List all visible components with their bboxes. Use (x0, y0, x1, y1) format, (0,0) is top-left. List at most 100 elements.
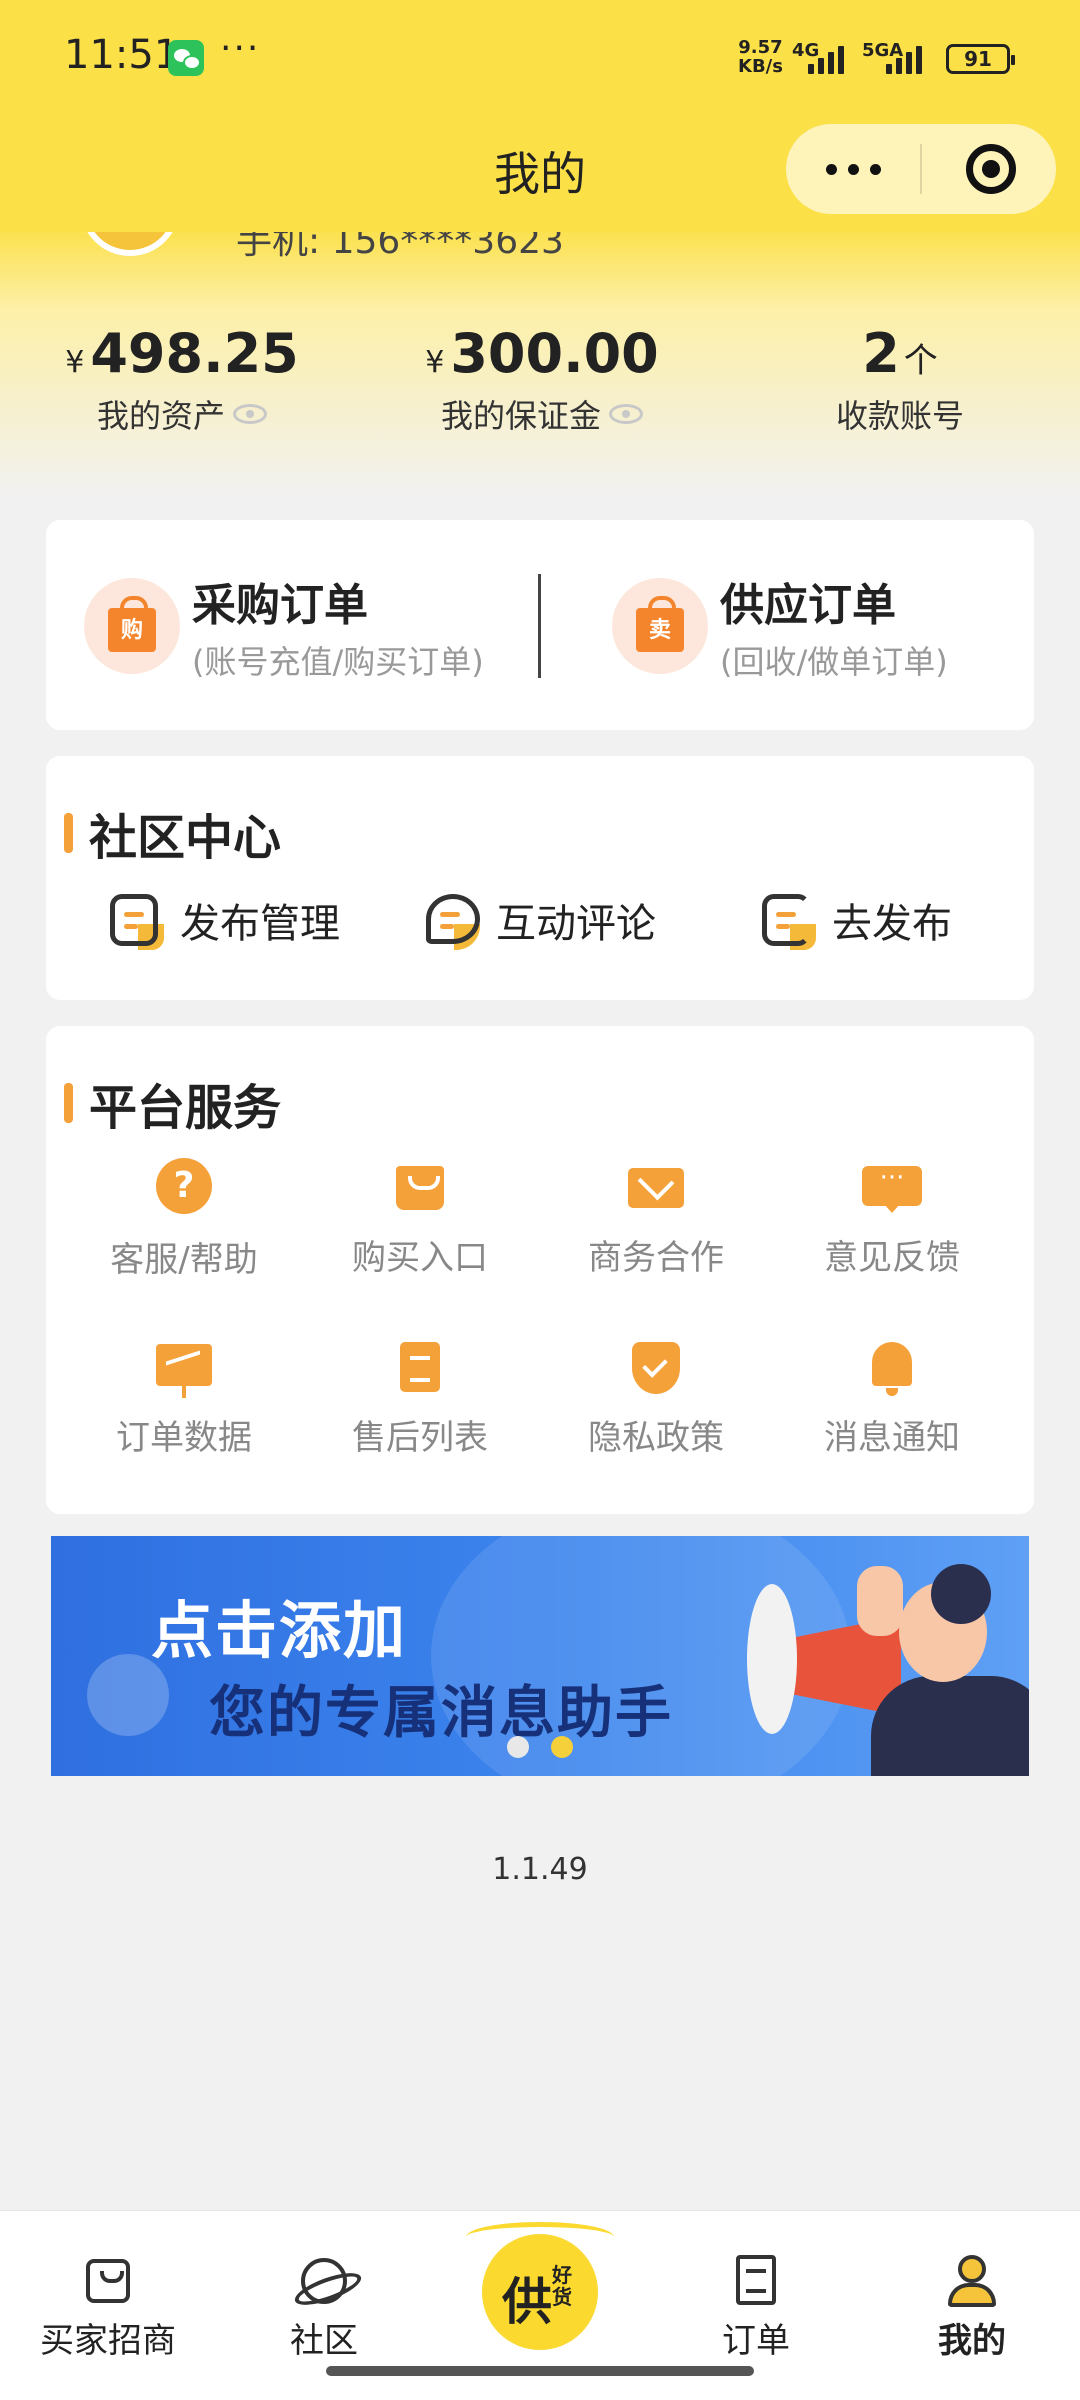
planet-icon (298, 2255, 350, 2307)
edit-icon (760, 890, 816, 950)
service-buy-entry[interactable]: 购买入口 (302, 1156, 538, 1279)
service-label: 隐私政策 (588, 1418, 724, 1458)
stat-currency: ¥ (425, 345, 445, 380)
center-button-main-char: 供 (502, 2273, 552, 2331)
stat-value: 2 (862, 322, 900, 385)
document-icon (390, 1336, 450, 1396)
target-icon[interactable] (966, 144, 1016, 194)
network-speed: 9.57 KB/s (738, 38, 783, 76)
banner-dot-active[interactable] (551, 1736, 573, 1758)
community-item-label: 发布管理 (180, 901, 340, 947)
service-label: 客服/帮助 (110, 1240, 258, 1280)
purchase-order-entry[interactable]: 购 采购订单 (账号充值/购买订单) (84, 576, 484, 681)
service-business[interactable]: 商务合作 (538, 1156, 774, 1279)
service-label: 订单数据 (116, 1418, 252, 1458)
section-accent-bar (64, 1083, 73, 1123)
eye-icon[interactable] (609, 404, 643, 424)
order-divider (538, 574, 541, 678)
help-icon: ? (154, 1158, 214, 1218)
service-notifications[interactable]: 消息通知 (774, 1336, 1010, 1459)
stat-label: 我的保证金 (440, 397, 601, 435)
community-item-label: 去发布 (832, 901, 952, 947)
stat-value: 498.25 (90, 322, 299, 385)
tab-label: 社区 (290, 2321, 358, 2361)
capsule-divider (920, 144, 922, 194)
tab-label: 买家招商 (40, 2321, 176, 2361)
supply-order-entry[interactable]: 卖 供应订单 (回收/做单订单) (612, 576, 948, 681)
battery-icon: 91 (946, 44, 1015, 74)
order-doc-icon (730, 2255, 782, 2307)
center-button-sub-text: 好货 (552, 2263, 572, 2309)
supply-order-title: 供应订单 (720, 580, 896, 631)
service-after-sales[interactable]: 售后列表 (302, 1336, 538, 1459)
banner-pagination (507, 1736, 595, 1762)
tab-community[interactable]: 社区 (224, 2255, 424, 2362)
community-title: 社区中心 (89, 810, 282, 866)
home-indicator[interactable] (326, 2366, 754, 2376)
tab-label: 我的 (938, 2321, 1006, 2361)
stat-assets[interactable]: ¥498.25 我的资产 (2, 322, 362, 437)
user-icon (946, 2255, 998, 2307)
more-dots-icon[interactable] (786, 124, 920, 214)
stat-deposit[interactable]: ¥300.00 我的保证金 (362, 322, 722, 437)
bell-icon (862, 1336, 922, 1396)
stat-label: 收款账号 (835, 397, 964, 435)
service-label: 购买入口 (352, 1238, 488, 1278)
supply-bag-glyph: 卖 (636, 596, 684, 652)
service-privacy[interactable]: 隐私政策 (538, 1336, 774, 1459)
wechat-notification-icon (168, 40, 204, 76)
purchase-bag-glyph: 购 (108, 596, 156, 652)
orders-card: 购 采购订单 (账号充值/购买订单) 卖 供应订单 (回收/做单订单) (46, 520, 1034, 730)
community-item-publish-manage[interactable]: 发布管理 (108, 890, 340, 950)
chart-board-icon (154, 1336, 214, 1398)
supply-bag-icon: 卖 (612, 578, 708, 674)
community-item-comments[interactable]: 互动评论 (424, 890, 656, 950)
mail-icon (626, 1156, 686, 1216)
stat-currency: ¥ (65, 345, 85, 380)
community-item-go-publish[interactable]: 去发布 (760, 890, 952, 950)
more-notifications-icon: ··· (220, 28, 261, 69)
network-speed-unit: KB/s (738, 56, 783, 77)
tab-label: 订单 (722, 2321, 790, 2361)
network-speed-value: 9.57 (738, 37, 783, 58)
section-accent-bar (64, 813, 73, 853)
tab-buyer-recruit[interactable]: 买家招商 (8, 2255, 208, 2362)
banner-line1: 点击添加 (151, 1594, 408, 1667)
supply-order-subtitle: (回收/做单订单) (720, 643, 948, 681)
service-label: 售后列表 (352, 1418, 488, 1458)
community-item-label: 互动评论 (496, 901, 656, 947)
platform-services-card: 平台服务 ? 客服/帮助 购买入口 商务合作 ··· 意见反馈 订单数据 售后列… (46, 1026, 1034, 1514)
person-illustration (871, 1676, 1029, 1776)
battery-level: 91 (964, 47, 992, 71)
stat-unit: 个 (903, 341, 938, 381)
service-feedback[interactable]: ··· 意见反馈 (774, 1156, 1010, 1279)
service-label: 意见反馈 (824, 1238, 960, 1278)
tab-mine[interactable]: 我的 (872, 2255, 1072, 2362)
services-title: 平台服务 (89, 1080, 282, 1136)
chat-icon: ··· (862, 1156, 922, 1216)
app-version: 1.1.49 (492, 1852, 588, 1887)
status-bar: 11:51 ··· 9.57 KB/s 4G 5GA 91 (0, 0, 1080, 120)
purchase-bag-icon: 购 (84, 578, 180, 674)
status-time: 11:51 (64, 32, 180, 78)
eye-icon[interactable] (233, 404, 267, 424)
service-label: 商务合作 (588, 1238, 724, 1278)
message-assistant-banner[interactable]: 点击添加 您的专属消息助手 (51, 1536, 1029, 1776)
comment-icon (424, 890, 480, 950)
signal-icon-1 (808, 44, 856, 74)
shopping-bag-icon (390, 1156, 450, 1216)
service-label: 消息通知 (824, 1418, 960, 1458)
publish-manage-icon (108, 890, 164, 950)
banner-dot[interactable] (507, 1736, 529, 1758)
community-card: 社区中心 发布管理 互动评论 去发布 (46, 756, 1034, 1000)
service-order-data[interactable]: 订单数据 (66, 1336, 302, 1459)
banner-line2: 您的专属消息助手 (209, 1681, 673, 1746)
center-home-button[interactable]: 供 好货 (482, 2234, 598, 2350)
tab-orders[interactable]: 订单 (656, 2255, 856, 2362)
stat-accounts[interactable]: 2个 收款账号 (720, 322, 1080, 437)
community-header: 社区中心 (64, 798, 281, 868)
service-help[interactable]: ? 客服/帮助 (66, 1156, 302, 1281)
miniprogram-capsule (786, 124, 1056, 214)
stat-value: 300.00 (450, 322, 659, 385)
services-header: 平台服务 (64, 1068, 281, 1138)
